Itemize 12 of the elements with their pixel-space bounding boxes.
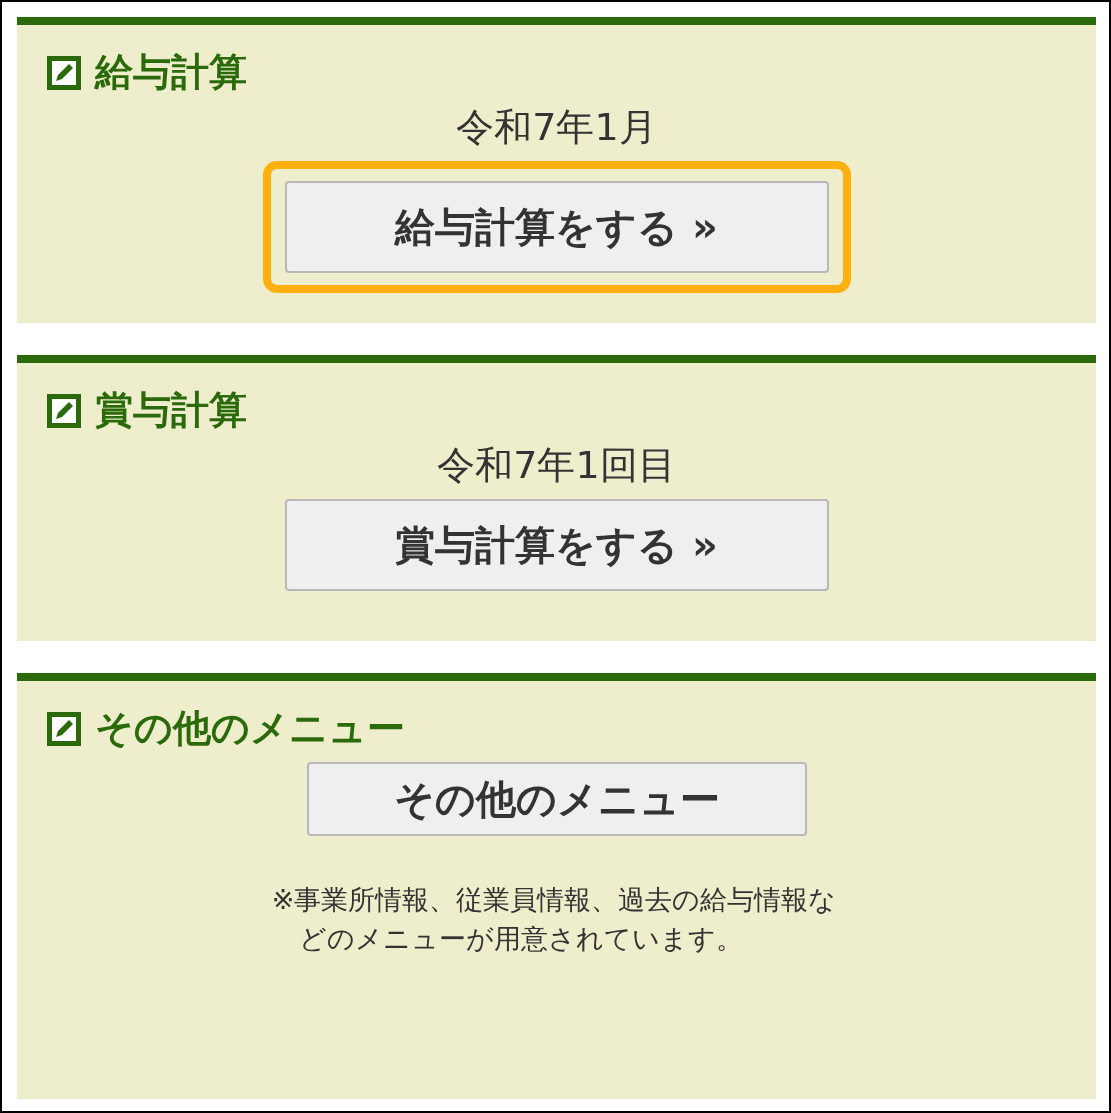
period-label: 令和7年1月 <box>456 104 657 151</box>
edit-icon <box>47 393 81 428</box>
note-text: ※事業所情報、従業員情報、過去の給与情報などのメニューが用意されています。 <box>271 883 838 957</box>
action-button[interactable]: 給与計算をする » <box>284 181 829 273</box>
section-title: 給与計算 <box>95 49 247 96</box>
section-title: その他のメニュー <box>95 705 405 752</box>
section-title: 賞与計算 <box>95 387 247 434</box>
action-button[interactable]: その他のメニュー <box>306 762 807 836</box>
edit-icon <box>47 55 81 90</box>
edit-icon <box>47 711 81 746</box>
period-label: 令和7年1回目 <box>437 442 676 489</box>
action-button[interactable]: 賞与計算をする » <box>284 499 829 591</box>
